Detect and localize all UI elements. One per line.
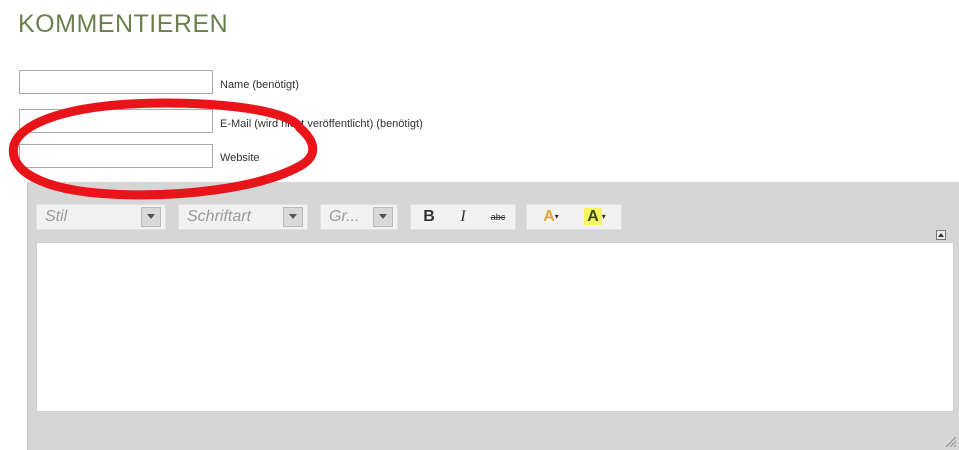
chevron-down-icon: ▾ [601, 212, 606, 221]
website-field[interactable] [19, 144, 213, 168]
collapse-toolbar-icon[interactable] [936, 230, 946, 240]
strikethrough-button[interactable]: abc [483, 205, 513, 229]
resize-handle-icon[interactable] [944, 435, 956, 447]
text-color-icon: A [543, 208, 555, 225]
chevron-down-icon[interactable] [141, 207, 161, 227]
editor-toolbar: Stil Schriftart Gr... B I abc A▾ A ▾ [36, 192, 952, 240]
name-field[interactable] [19, 70, 213, 94]
chevron-down-icon: ▾ [554, 212, 559, 221]
style-combo-label: Stil [45, 208, 68, 225]
italic-button[interactable]: I [449, 205, 477, 229]
email-label: E-Mail (wird nicht veröffentlicht) (benö… [220, 118, 423, 130]
color-group: A▾ A ▾ [526, 204, 622, 230]
name-label: Name (benötigt) [220, 79, 299, 91]
email-field[interactable] [19, 109, 213, 133]
bold-button[interactable]: B [415, 205, 443, 229]
bg-color-icon: A [584, 208, 602, 225]
text-color-button[interactable]: A▾ [531, 205, 571, 229]
style-combo[interactable]: Stil [36, 204, 166, 230]
size-combo-label: Gr... [329, 208, 360, 225]
chevron-down-icon[interactable] [373, 207, 393, 227]
font-combo[interactable]: Schriftart [178, 204, 308, 230]
bg-color-button[interactable]: A ▾ [575, 205, 615, 229]
page-title: KOMMENTIEREN [18, 10, 229, 38]
size-combo[interactable]: Gr... [320, 204, 398, 230]
chevron-down-icon[interactable] [283, 207, 303, 227]
font-combo-label: Schriftart [187, 208, 252, 225]
website-label: Website [220, 152, 260, 164]
editor-text-area[interactable] [36, 242, 954, 412]
rich-text-editor: Stil Schriftart Gr... B I abc A▾ A ▾ [27, 182, 959, 450]
format-group: B I abc [410, 204, 516, 230]
